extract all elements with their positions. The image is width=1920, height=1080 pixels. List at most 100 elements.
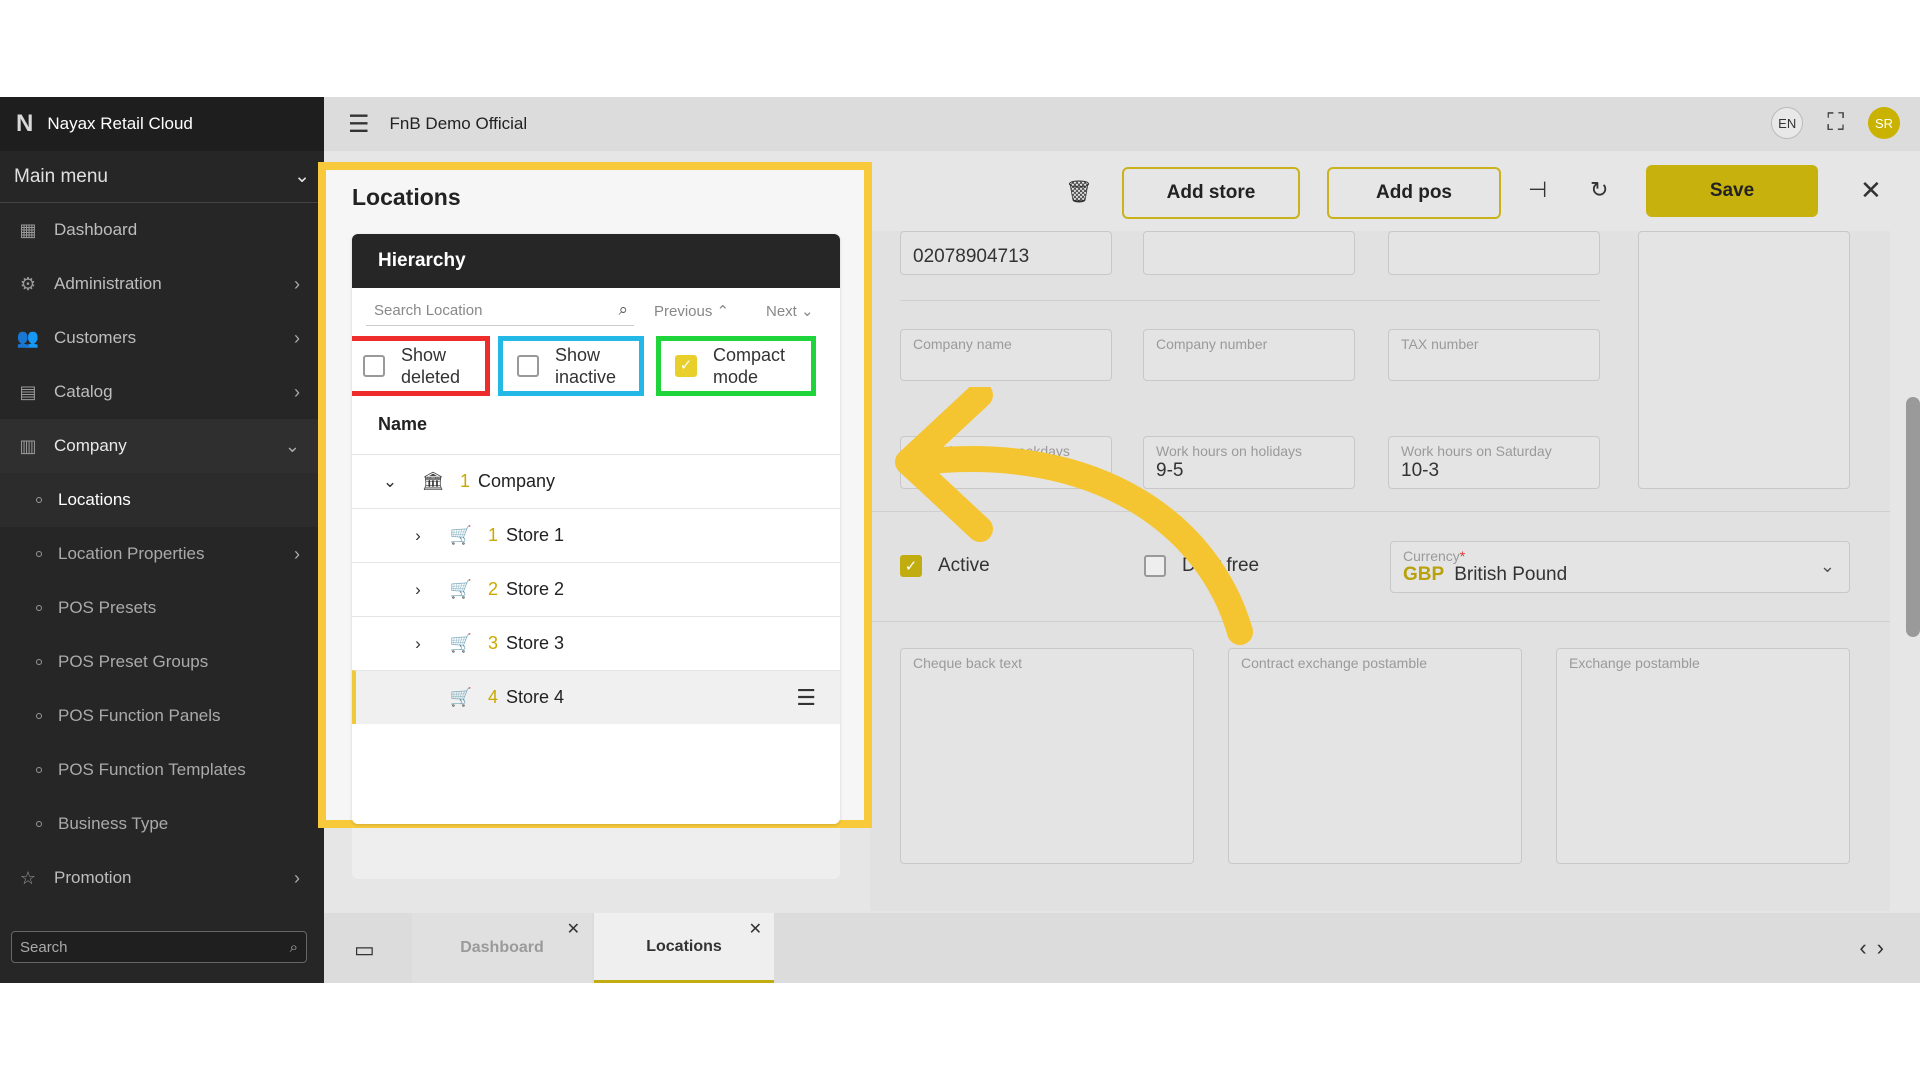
sidebar-subitem-business-type[interactable]: Business Type (0, 797, 324, 851)
chevron-up-icon: ⌃ (716, 303, 730, 320)
previous-label: Previous (654, 303, 713, 320)
tax-number-label: TAX number (1401, 336, 1479, 352)
show-inactive-checkbox[interactable]: Show inactive (498, 336, 644, 396)
divider (900, 300, 1600, 301)
star-icon: ☆ (19, 867, 37, 888)
close-icon[interactable]: ✕ (749, 919, 762, 939)
sidebar-item-catalog[interactable]: ▤ Catalog › (0, 365, 324, 419)
row-label: Store 2 (506, 579, 565, 599)
search-location-input[interactable]: Search Location ⌕ (366, 296, 634, 326)
slip-footer-field[interactable] (1638, 231, 1850, 489)
sidebar-item-administration[interactable]: ⚙ Administration › (0, 257, 324, 311)
trash-icon[interactable]: 🗑 (1065, 179, 1093, 205)
show-inactive-label: Show inactive (555, 344, 616, 388)
sidebar-item-promotion[interactable]: ☆ Promotion › (0, 851, 324, 905)
tree-row-company[interactable]: ⌄ 🏛 1 Company (352, 454, 840, 508)
sidebar-item-customers[interactable]: 👥 Customers › (0, 311, 324, 365)
phone1-field[interactable]: 02078904713 (900, 231, 1112, 275)
annotation-arrow (895, 387, 1253, 645)
currency-code: GBP (1403, 564, 1445, 585)
company-number-field[interactable]: Company number (1143, 329, 1355, 381)
main-menu-label: Main menu (14, 165, 108, 187)
tab-dashboard[interactable]: Dashboard ✕ (412, 913, 592, 983)
add-store-button[interactable]: Add store (1122, 167, 1300, 219)
sidebar-item-label: Administration (54, 274, 162, 293)
fax-field[interactable] (1388, 231, 1600, 275)
compact-mode-checkbox[interactable]: ✓ Compact mode (656, 336, 816, 396)
chevron-down-icon: ⌄ (294, 166, 310, 187)
top-bar: ☰ FnB Demo Official EN ⛶ SR (324, 97, 1920, 151)
show-deleted-checkbox[interactable]: Show deleted (352, 336, 490, 396)
sidebar-item-label: Customers (54, 328, 137, 347)
close-icon[interactable]: ✕ (1860, 175, 1882, 206)
tree-row-store-4[interactable]: 🛒 4 Store 4 ☰ (352, 670, 840, 724)
tab-scroll-arrows[interactable]: ‹› (1859, 935, 1894, 961)
sidebar-item-label: Catalog (54, 382, 113, 401)
sidebar-subitem-locations[interactable]: Locations (0, 473, 324, 527)
sidebar-subitem-location-properties[interactable]: Location Properties › (0, 527, 324, 581)
vertical-scrollbar[interactable] (1906, 397, 1920, 637)
main-menu-toggle[interactable]: Main menu ⌄ (0, 151, 324, 203)
windows-icon[interactable]: ▭ (354, 937, 375, 963)
currency-name: British Pound (1454, 564, 1568, 585)
search-placeholder: Search (20, 938, 68, 956)
move-icon[interactable]: ⊣ (1528, 177, 1547, 203)
sidebar-subitem-pos-presets[interactable]: POS Presets (0, 581, 324, 635)
bullet-icon (36, 605, 42, 611)
sidebar-search-input[interactable]: Search ⌕ (11, 931, 307, 963)
tab-locations[interactable]: Locations ✕ (594, 913, 774, 983)
chevron-down-icon: ⌄ (284, 435, 300, 456)
sidebar-subitem-pos-preset-groups[interactable]: POS Preset Groups (0, 635, 324, 689)
grid-icon: ▤ (19, 381, 37, 402)
card-shadow (352, 819, 840, 879)
tax-number-field[interactable]: TAX number (1388, 329, 1600, 381)
company-name-field[interactable]: Company name (900, 329, 1112, 381)
sidebar-subitem-pos-function-panels[interactable]: POS Function Panels (0, 689, 324, 743)
search-icon: ⌕ (289, 938, 298, 956)
app-window: N Nayax Retail Cloud Main menu ⌄ ▦ Dashb… (0, 97, 1920, 983)
currency-select[interactable]: Currency* GBP British Pound ⌄ (1390, 541, 1850, 593)
previous-button[interactable]: Previous ⌃ (654, 302, 729, 320)
sidebar-item-company[interactable]: ▥ Company ⌄ (0, 419, 324, 473)
chevron-right-icon[interactable]: › (408, 634, 428, 654)
saturday-hours-field[interactable]: Work hours on Saturday 10-3 (1388, 436, 1600, 489)
chevron-right-icon: › (294, 381, 300, 402)
row-number: 2 (488, 579, 499, 599)
sidebar-item-label: POS Presets (58, 598, 157, 617)
contract-exchange-label: Contract exchange postamble (1241, 655, 1427, 671)
add-pos-button[interactable]: Add pos (1327, 167, 1501, 219)
label-line: Compact (713, 345, 786, 365)
chevron-right-icon[interactable]: › (408, 580, 428, 600)
bullet-icon (36, 713, 42, 719)
fullscreen-icon[interactable]: ⛶ (1827, 109, 1844, 137)
row-label: Company (478, 471, 556, 491)
checkbox-icon (363, 355, 385, 377)
bullet-icon (36, 497, 42, 503)
sidebar-item-dashboard[interactable]: ▦ Dashboard (0, 203, 324, 257)
next-button[interactable]: Next ⌄ (766, 302, 814, 320)
label-line: mode (713, 367, 759, 387)
phone2-field[interactable] (1143, 231, 1355, 275)
name-column-header: Name (378, 414, 428, 434)
sidebar-subitem-pos-function-templates[interactable]: POS Function Templates (0, 743, 324, 797)
exchange-postamble-field[interactable]: Exchange postamble (1556, 648, 1850, 864)
hamburger-menu-icon[interactable]: ☰ (796, 685, 816, 711)
save-button[interactable]: Save (1646, 165, 1818, 217)
sidebar-item-label: Business Type (58, 814, 169, 833)
chevron-down-icon: ⌄ (1819, 556, 1835, 576)
tree-row-store-3[interactable]: › 🛒 3 Store 3 (352, 616, 840, 670)
contract-exchange-field[interactable]: Contract exchange postamble (1228, 648, 1522, 864)
avatar[interactable]: SR (1868, 107, 1900, 139)
tab-label: Locations (646, 937, 722, 955)
show-deleted-label: Show deleted (401, 344, 460, 388)
tree-row-store-1[interactable]: › 🛒 1 Store 1 (352, 508, 840, 562)
chevron-down-icon[interactable]: ⌄ (380, 472, 400, 492)
brand-name: Nayax Retail Cloud (47, 114, 193, 133)
tree-row-store-2[interactable]: › 🛒 2 Store 2 (352, 562, 840, 616)
chevron-right-icon[interactable]: › (408, 526, 428, 546)
sidebar-item-label: Locations (58, 490, 131, 509)
language-button[interactable]: EN (1771, 107, 1804, 139)
close-icon[interactable]: ✕ (567, 919, 580, 939)
refresh-icon[interactable]: ↻ (1590, 177, 1608, 203)
hamburger-menu-icon[interactable]: ☰ (348, 110, 370, 139)
